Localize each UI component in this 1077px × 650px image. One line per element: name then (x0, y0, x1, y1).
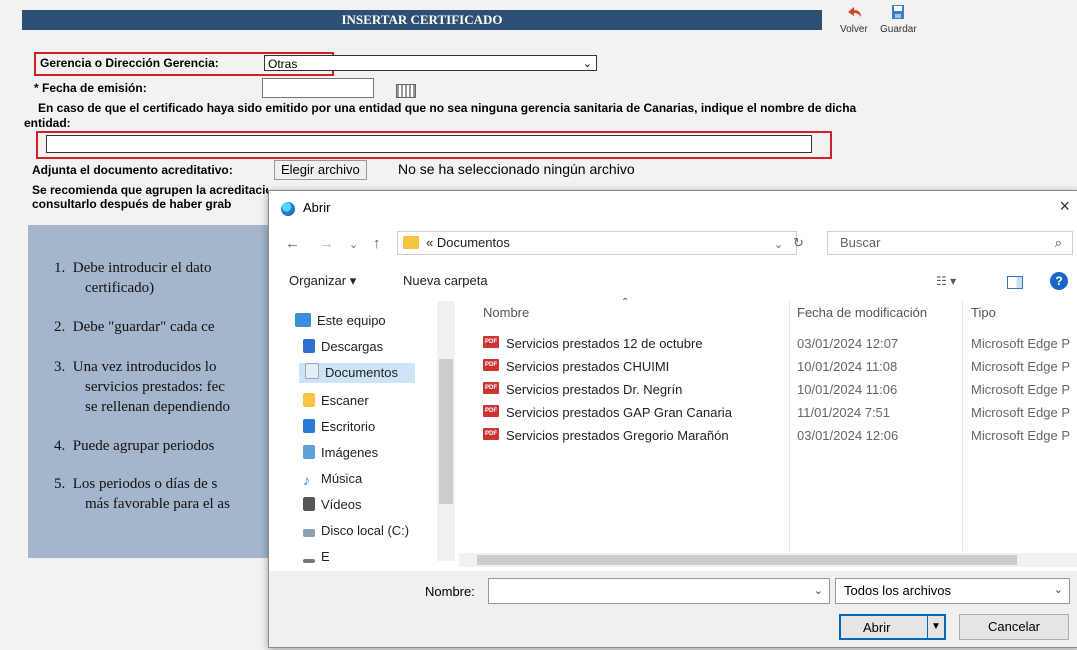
pictures-icon (303, 445, 315, 459)
no-file-text: No se ha seleccionado ningún archivo (398, 161, 635, 177)
navigation-pane: Este equipo Descargas Documentos Escaner… (269, 301, 459, 564)
recent-dropdown-icon[interactable]: ⌄ (349, 238, 358, 251)
list-item-cont: más favorable para el as (85, 496, 230, 512)
pdf-icon: PDF (483, 336, 499, 348)
chevron-down-icon: ⌄ (582, 58, 592, 70)
adjunta-label: Adjunta el documento acreditativo: (32, 163, 233, 177)
chevron-down-icon: ⌄ (1053, 584, 1063, 596)
document-icon (305, 363, 319, 379)
nav-item-escritorio[interactable]: Escritorio (303, 419, 375, 434)
list-item-cont: se rellenan dependiendo (85, 399, 230, 415)
dialog-titlebar: Abrir × (269, 191, 1077, 223)
gerencia-label: Gerencia o Dirección Gerencia: (40, 56, 219, 70)
back-arrow-icon (847, 7, 861, 17)
preview-pane-icon[interactable] (1007, 276, 1023, 289)
open-options-dropdown[interactable]: ▼ (927, 616, 944, 638)
save-icon (892, 5, 905, 19)
open-file-dialog: Abrir × ← → ⌄ ↑ « Documentos ⌄ ↻ Buscar … (268, 190, 1077, 648)
entidad-label-line2: entidad: (24, 116, 71, 130)
refresh-icon[interactable]: ↻ (793, 235, 804, 251)
video-icon (303, 497, 315, 511)
file-row[interactable]: PDF Servicios prestados CHUIMI 10/01/202… (459, 356, 1077, 378)
list-item: 2. Debe "guardar" cada ce (54, 319, 215, 335)
download-icon (303, 339, 315, 353)
close-icon[interactable]: × (1059, 196, 1070, 217)
fecha-input[interactable] (262, 78, 374, 98)
page-title: INSERTAR CERTIFICADO (22, 10, 822, 30)
file-row[interactable]: PDF Servicios prestados 12 de octubre 03… (459, 333, 1077, 355)
nav-item-escaner[interactable]: Escaner (303, 393, 369, 408)
entidad-input[interactable] (46, 135, 812, 153)
chevron-down-icon[interactable]: ⌄ (814, 584, 823, 597)
music-icon: ♪ (303, 472, 310, 488)
nav-item-este-equipo[interactable]: Este equipo (295, 313, 386, 328)
col-header-tipo[interactable]: Tipo (971, 305, 996, 320)
forward-icon[interactable]: → (319, 235, 334, 252)
dialog-toolbar: Organizar ▾ Nueva carpeta ☷ ▾ ? (269, 267, 1077, 295)
folder-icon (403, 236, 419, 249)
pdf-icon: PDF (483, 405, 499, 417)
fecha-label: * Fecha de emisión: (34, 81, 147, 95)
edge-icon (281, 202, 295, 216)
path-dropdown-icon[interactable]: ⌄ (774, 238, 783, 251)
organizar-menu[interactable]: Organizar ▾ (289, 273, 356, 289)
list-item: 3. Una vez introducidos lo (54, 359, 217, 375)
up-icon[interactable]: ↑ (373, 235, 381, 252)
nav-item-documentos[interactable]: Documentos (299, 363, 415, 383)
navpane-scrollbar[interactable] (437, 301, 455, 561)
nav-item-videos[interactable]: Vídeos (303, 497, 361, 512)
drive-icon (303, 559, 315, 563)
breadcrumb: « Documentos (426, 235, 510, 250)
col-header-nombre[interactable]: Nombre (483, 305, 529, 320)
gerencia-select[interactable]: Otras ⌄ (264, 55, 597, 71)
list-item-cont: certificado) (85, 280, 155, 296)
list-item-cont: servicios prestados: fec (85, 379, 225, 395)
computer-icon (295, 313, 311, 327)
folder-icon (303, 393, 315, 407)
help-icon[interactable]: ? (1050, 272, 1068, 290)
nav-item-musica[interactable]: ♪ Música (303, 471, 362, 488)
nav-item-e[interactable]: E (303, 549, 330, 564)
address-bar: ← → ⌄ ↑ « Documentos ⌄ ↻ Buscar ⌕ (269, 229, 1077, 259)
calendar-icon[interactable] (396, 84, 416, 98)
file-type-select[interactable]: Todos los archivos ⌄ (835, 578, 1070, 604)
dialog-title: Abrir (303, 200, 331, 215)
search-icon: ⌕ (1054, 235, 1062, 250)
nombre-label: Nombre: (425, 584, 475, 599)
open-button[interactable]: Abrir ▼ (839, 614, 946, 640)
pdf-icon: PDF (483, 428, 499, 440)
filelist-scrollbar[interactable] (459, 553, 1077, 567)
file-row[interactable]: PDF Servicios prestados Gregorio Marañón… (459, 425, 1077, 447)
pdf-icon: PDF (483, 382, 499, 394)
nav-item-disco-c[interactable]: Disco local (C:) (303, 523, 409, 538)
volver-button[interactable]: Volver (840, 4, 868, 35)
guardar-button[interactable]: Guardar (880, 4, 917, 35)
nav-item-imagenes[interactable]: Imágenes (303, 445, 378, 460)
nueva-carpeta-button[interactable]: Nueva carpeta (403, 273, 488, 288)
drive-icon (303, 529, 315, 537)
cancel-button[interactable]: Cancelar (959, 614, 1069, 640)
search-input[interactable]: Buscar ⌕ (827, 231, 1073, 255)
col-header-fecha[interactable]: Fecha de modificación (797, 305, 927, 320)
desktop-icon (303, 419, 315, 433)
top-actions: Volver Guardar (840, 4, 950, 44)
file-row[interactable]: PDF Servicios prestados GAP Gran Canaria… (459, 402, 1077, 424)
list-item: 5. Los periodos o días de s (54, 476, 218, 492)
path-box[interactable]: « Documentos (397, 231, 797, 255)
sort-arrow-icon: ⌃ (621, 297, 630, 308)
pdf-icon: PDF (483, 359, 499, 371)
filename-input[interactable]: ⌄ (488, 578, 830, 604)
list-item: 4. Puede agrupar periodos (54, 438, 215, 454)
recommend-line1: Se recomienda que agrupen la acreditació… (32, 183, 268, 197)
dialog-footer: Nombre: ⌄ Todos los archivos ⌄ Abrir ▼ C… (269, 571, 1077, 647)
entidad-label-line1: En caso de que el certificado haya sido … (38, 101, 857, 115)
view-options-icon[interactable]: ☷ ▾ (936, 274, 956, 288)
recommend-line2: consultarlo después de haber grab (32, 197, 232, 211)
list-item: 1. Debe introducir el dato (54, 260, 212, 276)
file-row[interactable]: PDF Servicios prestados Dr. Negrín 10/01… (459, 379, 1077, 401)
choose-file-button[interactable]: Elegir archivo (274, 160, 367, 180)
back-icon[interactable]: ← (285, 235, 300, 252)
file-list: Nombre ⌃ Fecha de modificación Tipo PDF … (459, 297, 1077, 556)
nav-item-descargas[interactable]: Descargas (303, 339, 383, 354)
